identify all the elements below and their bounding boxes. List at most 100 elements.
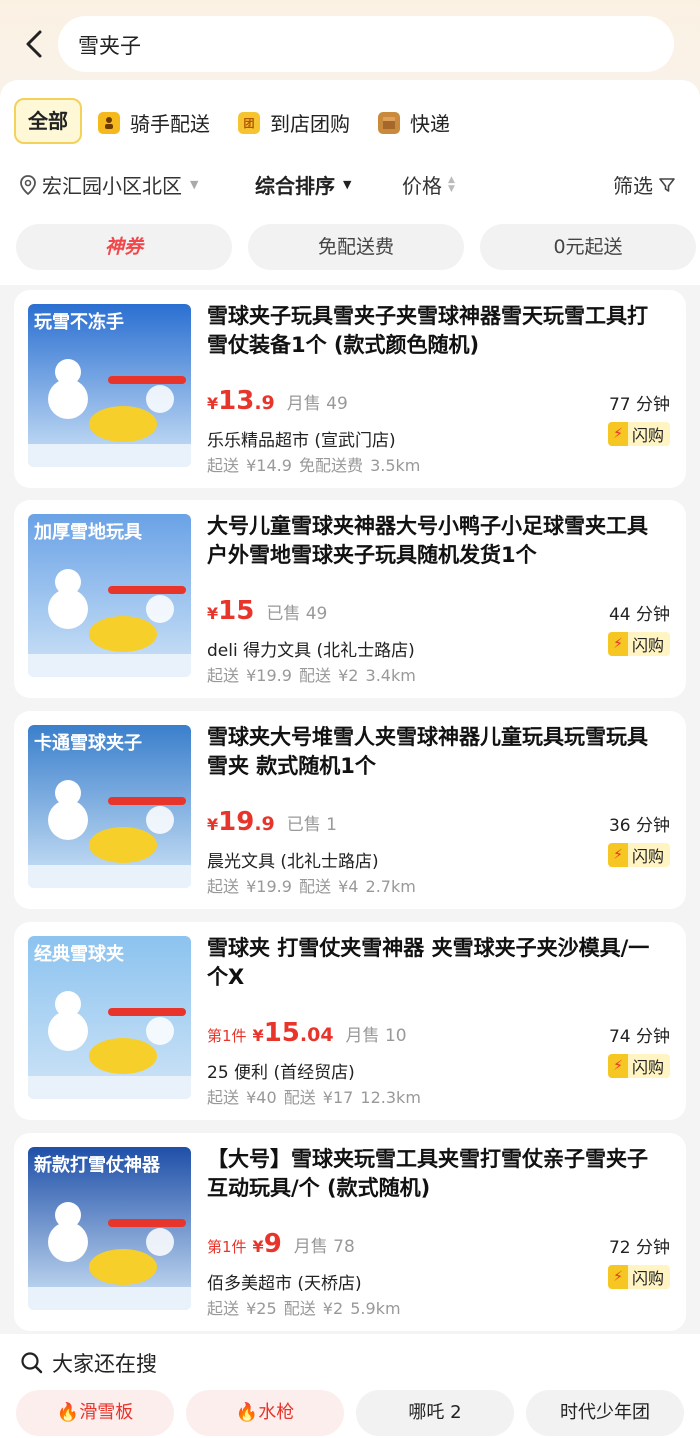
price-sort[interactable]: 价格 ▲ ▼: [402, 170, 455, 199]
fire-icon: 🔥: [235, 1402, 259, 1423]
flash-buy-label: 闪购: [631, 1269, 664, 1288]
product-card[interactable]: 加厚雪地玩具 大号儿童雪球夹神器大号小鸭子小足球雪夹工具户外雪地雪球夹子玩具随机发…: [14, 500, 686, 698]
product-title[interactable]: 【大号】雪球夹玩雪工具夹雪打雪仗亲子雪夹子互动玩具/个 (款式随机): [207, 1145, 667, 1203]
product-image[interactable]: 加厚雪地玩具: [28, 514, 191, 677]
delivery-meta: 起送 ¥19.9 配送 ¥2 3.4km: [207, 666, 416, 685]
filter-label: 筛选: [613, 174, 653, 198]
price-integer: 19: [218, 807, 255, 837]
shop-name[interactable]: 晨光文具 (北礼士路店): [207, 847, 379, 872]
search-input[interactable]: 雪夹子: [58, 16, 674, 72]
location-selector[interactable]: 宏汇园小区北区 ▼: [18, 170, 198, 199]
filter-button[interactable]: 筛选: [613, 170, 677, 199]
sort-bar: 宏汇园小区北区 ▼ 综合排序 ▼ 价格 ▲ ▼ 筛选: [0, 166, 700, 206]
snowball-clip-illustration: [28, 991, 191, 1099]
flash-buy-label: 闪购: [631, 1058, 664, 1077]
price-line: ¥15 已售 49: [207, 596, 327, 626]
filter-panel: 全部 骑手配送 团 到店团购 快递 宏汇园小区北区 ▼ 综合排序 ▼ 价格 ▲ …: [0, 80, 700, 285]
flash-buy-badge: ⚡ 闪购: [607, 632, 670, 656]
suggestion-chip[interactable]: 🔥滑雪板: [16, 1390, 174, 1436]
flash-buy-label: 闪购: [631, 847, 664, 866]
price-decimal: .9: [254, 392, 275, 414]
flash-buy-badge: ⚡ 闪购: [607, 422, 670, 446]
tab-all[interactable]: 全部: [14, 98, 82, 144]
currency-symbol: ¥: [207, 394, 219, 413]
price-integer: 15: [263, 1018, 300, 1048]
delivery-eta: 36 分钟: [608, 816, 670, 836]
suggestion-label: 时代少年团: [560, 1402, 650, 1423]
funnel-icon: [659, 177, 675, 192]
snowball-clip-illustration: [28, 569, 191, 677]
chevron-left-icon: [26, 30, 42, 58]
delivery-eta: 72 分钟: [608, 1238, 670, 1258]
search-icon: [21, 1352, 43, 1374]
sales-count: 已售 1: [286, 815, 338, 835]
delivery-eta: 74 分钟: [608, 1027, 670, 1047]
suggestion-chip[interactable]: 时代少年团: [526, 1390, 684, 1436]
price-line: 第1件 ¥15.04 月售 10: [207, 1018, 407, 1048]
price-prefix: 第1件: [207, 1027, 247, 1045]
shop-name[interactable]: 25 便利 (首经贸店): [207, 1058, 355, 1083]
tab-rider-delivery[interactable]: 骑手配送: [98, 108, 210, 137]
suggestion-label: 哪吒 2: [408, 1402, 462, 1423]
rider-icon: [98, 111, 120, 134]
back-button[interactable]: [18, 26, 54, 62]
product-image[interactable]: 经典雪球夹: [28, 936, 191, 1099]
lightning-icon: ⚡: [607, 422, 628, 446]
tab-rider-label: 骑手配送: [130, 112, 210, 136]
product-card[interactable]: 卡通雪球夹子 雪球夹大号堆雪人夹雪球神器儿童玩具玩雪玩具雪夹 款式随机1个 ¥19.…: [14, 711, 686, 909]
location-pin-icon: [20, 174, 36, 195]
delivery-meta: 起送 ¥14.9 免配送费 3.5km: [207, 456, 421, 475]
sort-updown-icon: ▲ ▼: [448, 174, 455, 194]
suggestion-chip[interactable]: 🔥水枪: [186, 1390, 344, 1436]
currency-symbol: ¥: [252, 1026, 264, 1045]
sales-count: 月售 10: [345, 1026, 407, 1046]
product-card[interactable]: 玩雪不冻手 雪球夹子玩具雪夹子夹雪球神器雪天玩雪工具打雪仗装备1个 (款式颜色随机…: [14, 290, 686, 488]
product-image[interactable]: 新款打雪仗神器: [28, 1147, 191, 1310]
price-prefix: 第1件: [207, 1238, 247, 1256]
product-title[interactable]: 雪球夹大号堆雪人夹雪球神器儿童玩具玩雪玩具雪夹 款式随机1个: [207, 723, 667, 781]
product-title[interactable]: 雪球夹 打雪仗夹雪神器 夹雪球夹子夹沙模具/一个X: [207, 934, 667, 992]
product-image[interactable]: 玩雪不冻手: [28, 304, 191, 467]
chip-free-delivery[interactable]: 免配送费: [248, 224, 464, 270]
delivery-eta: 44 分钟: [608, 605, 670, 625]
price-decimal: .9: [254, 813, 275, 835]
product-card[interactable]: 新款打雪仗神器 【大号】雪球夹玩雪工具夹雪打雪仗亲子雪夹子互动玩具/个 (款式随机…: [14, 1133, 686, 1331]
currency-symbol: ¥: [207, 604, 219, 623]
sales-count: 月售 78: [293, 1237, 355, 1257]
price-label: 价格: [402, 174, 442, 198]
chip-coupon[interactable]: 神券: [16, 224, 232, 270]
sales-count: 已售 49: [266, 604, 328, 624]
related-searches: 大家还在搜 🔥滑雪板 🔥水枪 哪吒 2 时代少年团: [0, 1334, 700, 1438]
suggestion-label: 水枪: [258, 1402, 295, 1423]
shop-name[interactable]: 乐乐精品超市 (宣武门店): [207, 426, 396, 451]
suggestion-label: 滑雪板: [79, 1402, 134, 1423]
tab-express[interactable]: 快递: [378, 108, 450, 137]
currency-symbol: ¥: [252, 1237, 264, 1256]
group-buy-icon: 团: [238, 111, 260, 134]
price-line: ¥13.9 月售 49: [207, 386, 348, 416]
tab-express-label: 快递: [410, 112, 450, 136]
product-title[interactable]: 大号儿童雪球夹神器大号小鸭子小足球雪夹工具户外雪地雪球夹子玩具随机发货1个: [207, 512, 667, 570]
shop-name[interactable]: 佰多美超市 (天桥店): [207, 1269, 362, 1294]
snowball-clip-illustration: [28, 359, 191, 467]
chip-zero-minimum[interactable]: 0元起送: [480, 224, 696, 270]
lightning-icon: ⚡: [607, 843, 628, 867]
product-title[interactable]: 雪球夹子玩具雪夹子夹雪球神器雪天玩雪工具打雪仗装备1个 (款式颜色随机): [207, 302, 667, 360]
tab-group-buy-label: 到店团购: [270, 112, 350, 136]
suggestion-chip[interactable]: 哪吒 2: [356, 1390, 514, 1436]
shop-name[interactable]: deli 得力文具 (北礼士路店): [207, 636, 415, 661]
quick-filter-chips: 神券 免配送费 0元起送: [0, 224, 700, 272]
product-card[interactable]: 经典雪球夹 雪球夹 打雪仗夹雪神器 夹雪球夹子夹沙模具/一个X 第1件 ¥15.04 月…: [14, 922, 686, 1120]
tab-group-buy[interactable]: 团 到店团购: [238, 108, 350, 137]
product-image[interactable]: 卡通雪球夹子: [28, 725, 191, 888]
lightning-icon: ⚡: [607, 632, 628, 656]
lightning-icon: ⚡: [607, 1054, 628, 1078]
location-label: 宏汇园小区北区: [42, 174, 182, 198]
sort-selector[interactable]: 综合排序 ▼: [255, 170, 351, 199]
delivery-meta: 起送 ¥25 配送 ¥2 5.9km: [207, 1299, 401, 1318]
snowball-clip-illustration: [28, 1202, 191, 1310]
related-title-text: 大家还在搜: [52, 1352, 157, 1376]
price-integer: 13: [218, 386, 255, 416]
flash-buy-label: 闪购: [631, 426, 664, 445]
lightning-icon: ⚡: [607, 1265, 628, 1289]
